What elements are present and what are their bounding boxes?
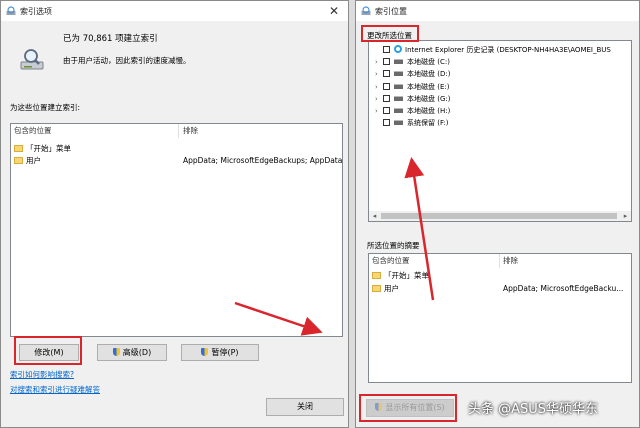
locations-table: 包含的位置 排除 「开始」菜单 用户 AppData; MicrosoftEdg… bbox=[10, 123, 343, 337]
tree-item[interactable]: › 本地磁盘 (D:) bbox=[375, 69, 450, 79]
row-location: 「开始」菜单 bbox=[26, 144, 71, 153]
uac-shield-icon bbox=[201, 348, 209, 356]
indexing-options-icon bbox=[6, 6, 16, 15]
tree-item[interactable]: › 本地磁盘 (G:) bbox=[375, 94, 450, 104]
checkbox[interactable] bbox=[383, 107, 390, 114]
summary-table: 包含的位置 排除 「开始」菜单 用户 AppData; MicrosoftEdg… bbox=[368, 253, 632, 383]
indexed-locations-window: 索引位置 更改所选位置 Internet Explorer 历史记录 (DESK… bbox=[355, 0, 640, 428]
advanced-button[interactable]: 高级(D) bbox=[97, 344, 167, 361]
column-divider bbox=[178, 124, 179, 138]
scroll-left-icon[interactable]: ◂ bbox=[370, 211, 379, 221]
row-exclude: AppData; MicrosoftEdgeBacku... bbox=[503, 284, 624, 293]
drive-icon bbox=[394, 120, 403, 125]
how-indexing-link[interactable]: 索引如何影响搜索? bbox=[10, 369, 74, 380]
drive-icon bbox=[394, 84, 403, 89]
scrollbar-thumb[interactable] bbox=[381, 213, 617, 219]
column-divider bbox=[499, 254, 500, 268]
row-location: 「开始」菜单 bbox=[384, 271, 429, 280]
scroll-right-icon[interactable]: ▸ bbox=[621, 211, 630, 221]
tree-item[interactable]: 系统保留 (F:) bbox=[375, 118, 449, 128]
status-message: 由于用户活动，因此索引的速度减慢。 bbox=[63, 56, 191, 65]
horizontal-scrollbar[interactable]: ◂ ▸ bbox=[369, 211, 631, 221]
close-button[interactable]: 关闭 bbox=[266, 398, 344, 416]
troubleshoot-link[interactable]: 对搜索和索引进行疑难解答 bbox=[10, 384, 100, 395]
close-icon[interactable]: ✕ bbox=[324, 3, 344, 19]
tree-item[interactable]: Internet Explorer 历史记录 (DESKTOP-NH4HA3E\… bbox=[375, 45, 611, 55]
location-tree: Internet Explorer 历史记录 (DESKTOP-NH4HA3E\… bbox=[368, 40, 632, 222]
chevron-right-icon[interactable]: › bbox=[375, 57, 381, 67]
uac-shield-icon bbox=[112, 348, 120, 356]
tree-item[interactable]: › 本地磁盘 (C:) bbox=[375, 57, 450, 67]
chevron-right-icon[interactable]: › bbox=[375, 94, 381, 104]
row-location: 用户 bbox=[384, 284, 399, 293]
row-exclude: AppData; MicrosoftEdgeBackups; AppData bbox=[183, 156, 343, 165]
row-location: 用户 bbox=[26, 156, 41, 165]
highlight-change-selected bbox=[361, 25, 419, 42]
advanced-label: 高级(D) bbox=[122, 348, 152, 357]
folder-icon bbox=[14, 145, 23, 152]
tree-item-label: 本地磁盘 (G:) bbox=[407, 95, 451, 103]
chevron-right-icon[interactable]: › bbox=[375, 106, 381, 116]
pause-button[interactable]: 暂停(P) bbox=[181, 344, 259, 361]
window-title: 索引位置 bbox=[375, 7, 407, 16]
tree-item-label: 本地磁盘 (D:) bbox=[407, 70, 451, 78]
drive-icon bbox=[394, 71, 403, 76]
checkbox[interactable] bbox=[383, 70, 390, 77]
magnifier-drive-icon bbox=[20, 49, 44, 70]
tree-item-label: 本地磁盘 (E:) bbox=[407, 83, 450, 91]
watermark: 头条 @ASUS华硕华东 bbox=[468, 402, 599, 417]
tree-item[interactable]: › 本地磁盘 (H:) bbox=[375, 106, 450, 116]
table-row[interactable]: 「开始」菜单 bbox=[372, 270, 429, 282]
checkbox[interactable] bbox=[383, 46, 390, 53]
tree-item-label: 本地磁盘 (C:) bbox=[407, 58, 450, 66]
chevron-right-icon[interactable]: › bbox=[375, 69, 381, 79]
table-row[interactable]: 用户 bbox=[372, 283, 399, 295]
highlight-modify-button bbox=[14, 336, 82, 365]
internet-explorer-icon bbox=[394, 45, 402, 53]
section-label: 为这些位置建立索引: bbox=[10, 103, 81, 112]
column-header-exclude[interactable]: 排除 bbox=[183, 124, 198, 138]
tree-item[interactable]: › 本地磁盘 (E:) bbox=[375, 82, 449, 92]
title-bar: 索引位置 bbox=[356, 1, 639, 21]
tree-item-label: 本地磁盘 (H:) bbox=[407, 107, 451, 115]
folder-icon bbox=[372, 285, 381, 292]
checkbox[interactable] bbox=[383, 95, 390, 102]
pause-label: 暂停(P) bbox=[211, 348, 239, 357]
table-row[interactable]: 用户 bbox=[14, 155, 41, 167]
column-header-included[interactable]: 包含的位置 bbox=[14, 124, 176, 138]
checkbox[interactable] bbox=[383, 83, 390, 90]
folder-icon bbox=[14, 157, 23, 164]
tree-item-label: 系统保留 (F:) bbox=[407, 119, 449, 127]
checkbox[interactable] bbox=[383, 58, 390, 65]
table-row[interactable]: 「开始」菜单 bbox=[14, 143, 71, 155]
tree-item-label: Internet Explorer 历史记录 (DESKTOP-NH4HA3E\… bbox=[405, 46, 611, 54]
indexed-count: 已为 70,861 项建立索引 bbox=[63, 34, 158, 44]
title-bar: 索引选项 ✕ bbox=[1, 1, 348, 21]
column-header-included[interactable]: 包含的位置 bbox=[372, 254, 410, 268]
highlight-show-all-button bbox=[359, 394, 457, 422]
drive-icon bbox=[394, 108, 403, 113]
window-title: 索引选项 bbox=[20, 7, 52, 16]
column-header-exclude[interactable]: 排除 bbox=[503, 254, 518, 268]
drive-icon bbox=[394, 96, 403, 101]
drive-icon bbox=[394, 59, 403, 64]
folder-icon bbox=[372, 272, 381, 279]
summary-label: 所选位置的摘要 bbox=[367, 241, 420, 250]
chevron-right-icon[interactable]: › bbox=[375, 82, 381, 92]
indexing-options-icon bbox=[361, 6, 371, 15]
checkbox[interactable] bbox=[383, 119, 390, 126]
